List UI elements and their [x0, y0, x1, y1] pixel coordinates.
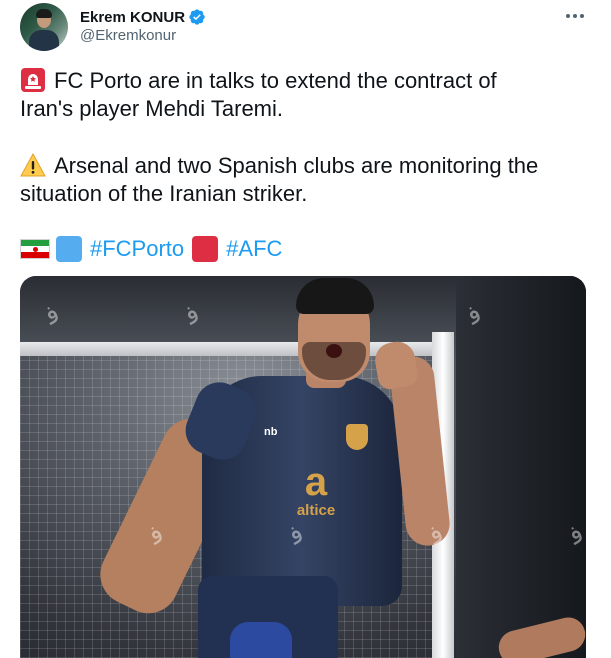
watermark-icon: ﻓ	[179, 298, 206, 332]
red-square-icon	[192, 236, 219, 262]
hashtag-afc-link[interactable]: #AFC	[226, 236, 282, 262]
paragraph-2-line-1: Arsenal and two Spanish clubs are monito…	[54, 153, 539, 178]
iran-flag-icon	[20, 239, 50, 259]
avatar[interactable]	[20, 3, 68, 51]
tweet-line: Arsenal and two Spanish clubs are monito…	[20, 152, 580, 180]
tweet-photo[interactable]: nb a altice	[20, 276, 586, 658]
tweet-text-paragraph-1: FC Porto are in talks to extend the cont…	[20, 67, 580, 123]
watermark-icon: ﻓ	[143, 518, 170, 552]
watermark-icon: ﻓ	[423, 518, 450, 552]
sponsor-mark: a	[304, 460, 328, 504]
paragraph-2-line-2: situation of the Iranian striker.	[20, 181, 308, 206]
verified-badge-icon	[189, 9, 205, 25]
more-options-button[interactable]	[560, 4, 590, 28]
watermark-icon: ﻓ	[39, 298, 66, 332]
club-crest-icon	[346, 424, 368, 450]
watermark-icon: ﻓ	[493, 78, 520, 112]
paragraph-1-line-1: FC Porto are in talks to extend the cont…	[54, 68, 497, 93]
tweet-card[interactable]: Ekrem KONUR @Ekremkonur FC Porto are in …	[0, 0, 611, 658]
more-dot-icon	[573, 14, 577, 18]
author-name-row[interactable]: Ekrem KONUR	[80, 7, 206, 27]
more-dot-icon	[566, 14, 570, 18]
hashtag-row: #FCPorto #AFC	[20, 234, 290, 264]
watermark-icon: ﻓ	[283, 518, 310, 552]
watermark-icon: ﻓ	[353, 78, 380, 112]
hashtag-fcporto-link[interactable]: #FCPorto	[90, 236, 184, 262]
tweet-text-paragraph-2: Arsenal and two Spanish clubs are monito…	[20, 152, 580, 208]
watermark-icon: ﻓ	[563, 518, 590, 552]
kit-brand-logo: nb	[264, 426, 278, 438]
author-display-name[interactable]: Ekrem KONUR	[80, 9, 185, 26]
more-dot-icon	[580, 14, 584, 18]
sponsor-text: altice	[296, 502, 336, 519]
watermark-icon: ﻓ	[461, 298, 488, 332]
watermark-icon: ﻓ	[0, 518, 26, 552]
warning-icon	[20, 153, 46, 177]
siren-icon	[21, 68, 45, 92]
shirt-sponsor-logo: a altice	[276, 462, 356, 520]
author-handle[interactable]: @Ekremkonur	[80, 27, 176, 44]
player-figure: nb a altice	[20, 276, 586, 658]
paragraph-1-line-2: Iran's player Mehdi Taremi.	[20, 96, 284, 121]
blue-square-icon	[56, 236, 82, 262]
